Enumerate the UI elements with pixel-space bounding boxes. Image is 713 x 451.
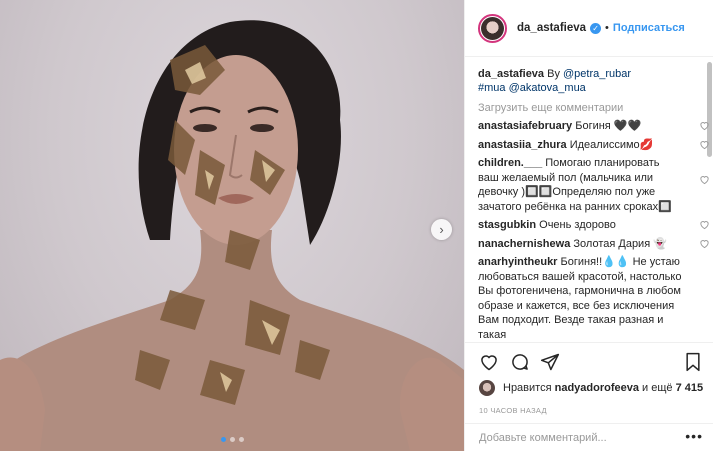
comment-text: Богиня 🖤🖤 (575, 120, 642, 132)
comment-user[interactable]: anastasiafebruary (478, 120, 572, 132)
post-caption: da_astafieva By @petra_rubar #mua @akato… (478, 67, 696, 95)
portrait-illustration (0, 20, 464, 451)
post-photo: › (0, 0, 464, 451)
comment-item: anarhyintheukr Богиня!!💧💧 Не устаю любов… (478, 255, 696, 341)
add-comment-input[interactable] (479, 430, 679, 446)
header-username[interactable]: da_astafieva (517, 22, 586, 34)
comment-user[interactable]: anarhyintheukr (478, 256, 557, 268)
comment-bubble-icon[interactable] (510, 352, 530, 372)
chevron-right-icon: › (439, 222, 444, 237)
comment-item: nanachernishewa Золотая Дария 👻 (478, 237, 709, 252)
carousel-dot (238, 437, 244, 442)
comment-user[interactable]: anastasiia_zhura (478, 139, 567, 151)
post-timestamp[interactable]: 10 ЧАСОВ НАЗАД (479, 406, 547, 415)
likes-count[interactable]: 7 415 (676, 382, 704, 394)
comment-item: anastasiafebruary Богиня 🖤🖤 (478, 119, 709, 134)
like-heart-icon[interactable] (479, 352, 499, 372)
carousel-dot (229, 437, 235, 442)
likes-suffix: и ещё (642, 382, 673, 394)
share-icon[interactable] (540, 352, 560, 372)
follow-button[interactable]: Подписаться (613, 22, 685, 34)
heart-icon[interactable] (699, 238, 710, 249)
caption-by: By (547, 68, 560, 80)
comment-user[interactable]: children.___ (478, 157, 542, 169)
heart-icon[interactable] (699, 120, 710, 131)
comment-text: Очень здорово (539, 219, 616, 231)
likes-summary: Нравится nadyadorofeeva и ещё 7 415 (479, 380, 703, 396)
comments-list: da_astafieva By @petra_rubar #mua @akato… (478, 67, 709, 341)
caption-author[interactable]: da_astafieva (478, 68, 544, 80)
likes-prefix: Нравится (503, 382, 552, 394)
caption-mention[interactable]: @petra_rubar (563, 68, 631, 80)
next-photo-button[interactable]: › (431, 219, 452, 240)
comment-item: children.___ Помогаю планировать ваш жел… (478, 156, 709, 214)
comment-text: Идеалиссимо💋 (569, 138, 654, 151)
bookmark-icon[interactable] (683, 352, 703, 372)
liker-username[interactable]: nadyadorofeeva (555, 382, 639, 394)
avatar[interactable] (478, 13, 507, 43)
comments-scrollbar[interactable] (707, 57, 713, 342)
comment-user[interactable]: nanachernishewa (478, 238, 570, 250)
heart-icon[interactable] (699, 174, 710, 185)
verified-badge-icon: ✓ (590, 22, 602, 34)
comment-text: Золотая Дария 👻 (573, 237, 667, 250)
comment-item: stasgubkin Очень здорово (478, 218, 709, 233)
carousel-dots (0, 437, 464, 442)
comment-text: Богиня!!💧💧 Не устаю любоваться вашей кра… (478, 256, 682, 341)
heart-icon[interactable] (699, 219, 710, 230)
header-separator: • (605, 22, 609, 34)
caption-hashtag[interactable]: #mua (478, 82, 506, 94)
carousel-dot (220, 437, 226, 442)
comment-user[interactable]: stasgubkin (478, 219, 536, 231)
more-options-icon[interactable]: ••• (685, 428, 703, 444)
load-more-comments[interactable]: Загрузить еще комментарии (478, 101, 696, 115)
add-comment-bar: ••• (464, 423, 713, 451)
caption-mention[interactable]: @akatova_mua (509, 82, 586, 94)
post-header: da_astafieva ✓ • Подписаться (465, 0, 713, 57)
post-actions: Нравится nadyadorofeeva и ещё 7 415 10 Ч… (464, 342, 713, 451)
comment-item: anastasiia_zhura Идеалиссимо💋 (478, 138, 709, 153)
heart-icon[interactable] (699, 139, 710, 150)
liker-avatar[interactable] (479, 380, 495, 396)
